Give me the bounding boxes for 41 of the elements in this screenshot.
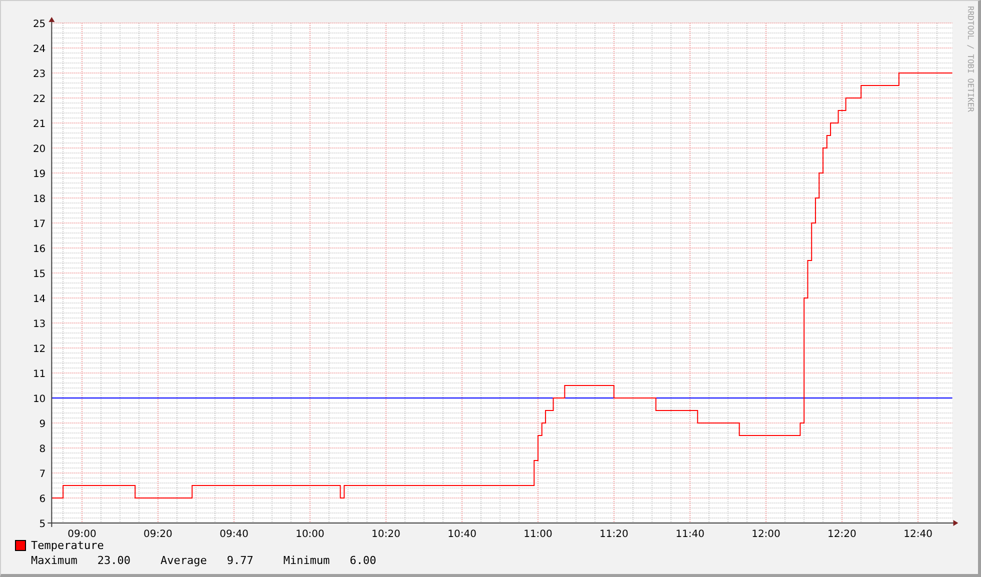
y-tick-label: 11 <box>32 369 46 380</box>
y-tick-label: 10 <box>32 394 46 405</box>
stat-label: Average <box>160 554 207 567</box>
credit-text: RRDTOOL / TOBI OETIKER <box>966 6 976 112</box>
x-tick-label: 10:40 <box>448 529 476 540</box>
stat-value: 6.00 <box>350 554 376 567</box>
y-tick-label: 23 <box>32 69 46 80</box>
stat-label: Minimum <box>283 554 330 567</box>
y-tick-label: 15 <box>32 269 46 280</box>
x-tick-label: 12:40 <box>904 529 932 540</box>
y-tick-label: 12 <box>32 344 46 355</box>
y-tick-label: 18 <box>32 194 46 205</box>
y-tick-label: 14 <box>32 294 46 305</box>
x-tick-label: 11:20 <box>600 529 628 540</box>
y-tick-label: 19 <box>32 169 46 180</box>
y-tick-label: 25 <box>32 19 46 30</box>
stat-value: 23.00 <box>97 554 130 567</box>
y-tick-label: 21 <box>32 119 46 130</box>
y-tick-label: 13 <box>32 319 46 330</box>
x-tick-label: 12:20 <box>828 529 856 540</box>
x-tick-label: 11:00 <box>524 529 552 540</box>
y-tick-label: 6 <box>39 494 46 505</box>
x-tick-label: 09:00 <box>68 529 96 540</box>
y-tick-label: 9 <box>39 419 46 430</box>
x-tick-label: 11:40 <box>676 529 704 540</box>
y-tick-label: 20 <box>32 144 46 155</box>
y-tick-label: 8 <box>39 444 46 455</box>
y-tick-label: 7 <box>39 469 46 480</box>
y-tick-label: 5 <box>39 519 46 530</box>
x-tick-label: 10:00 <box>296 529 324 540</box>
stat-label: Maximum <box>31 554 78 567</box>
y-tick-label: 16 <box>32 244 46 255</box>
stat-value: 9.77 <box>226 554 254 567</box>
y-tick-label: 17 <box>32 219 46 230</box>
x-tick-label: 10:20 <box>372 529 400 540</box>
y-tick-label: 24 <box>32 44 46 55</box>
x-tick-label: 12:00 <box>752 529 780 540</box>
legend-label: Temperature <box>31 539 104 552</box>
y-tick-label: 22 <box>32 94 46 105</box>
x-tick-label: 09:20 <box>144 529 172 540</box>
x-tick-label: 09:40 <box>220 529 248 540</box>
